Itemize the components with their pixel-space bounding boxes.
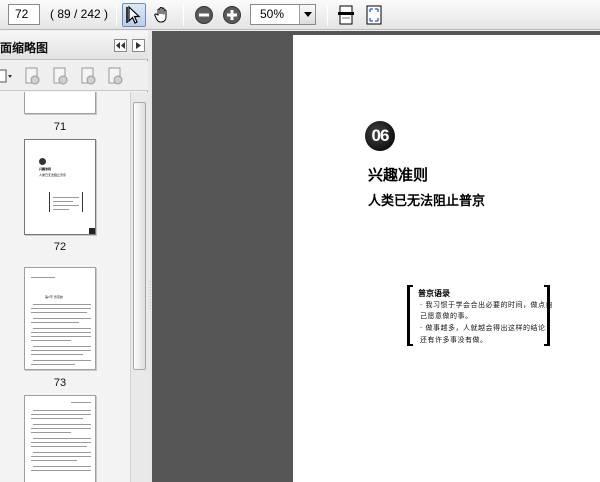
page-thumbnail[interactable]	[24, 395, 96, 482]
zoom-select[interactable]: 50%	[250, 4, 316, 25]
page-number-input[interactable]: 72	[8, 4, 40, 25]
zoom-out-icon	[195, 6, 213, 24]
fit-width-button[interactable]	[334, 3, 358, 27]
fit-page-button[interactable]	[362, 3, 386, 27]
zoom-in-button[interactable]	[220, 3, 244, 27]
zoom-out-button[interactable]	[192, 3, 216, 27]
quote-line: · 做事越多，人就越会得出这样的结论：	[420, 324, 553, 332]
quote-title: 普京语录	[418, 289, 450, 298]
hand-tool-button[interactable]	[150, 3, 174, 27]
thumbnail-label: 71	[53, 121, 67, 133]
chapter-title: 兴趣准则	[368, 166, 429, 184]
page-thumbnail[interactable]	[24, 92, 96, 114]
thumbnail-panel: 面缩略图 71 兴趣准则 人类已无法阻止普京 72 第1节 普京的 73	[0, 31, 148, 482]
chapter-number-badge: 06	[365, 121, 395, 151]
thumbnail-label: 73	[53, 377, 67, 389]
thumbnail-heading: 第1节 普京的	[45, 295, 63, 299]
quote-bracket-tick	[407, 344, 413, 346]
toolbar-separator	[183, 4, 184, 26]
fit-page-icon	[366, 5, 382, 25]
document-page	[293, 35, 600, 482]
select-arrow-icon	[126, 6, 141, 24]
replace-page-icon[interactable]	[80, 67, 97, 85]
extract-page-icon[interactable]	[52, 67, 69, 85]
thumbnail-list: 71 兴趣准则 人类已无法阻止普京 72 第1节 普京的 73	[0, 92, 130, 482]
hand-icon	[154, 7, 167, 23]
thumbnail-label: 72	[53, 241, 67, 253]
quote-line: · 我习惯于学会合出必要的时间，做点自	[420, 301, 553, 309]
page-thumbnail[interactable]: 第1节 普京的	[24, 267, 96, 370]
chevron-right-icon[interactable]	[132, 39, 145, 52]
thumbnail-corner-marker	[89, 228, 95, 234]
delete-page-icon[interactable]	[24, 67, 41, 85]
page-thumbnail-selected[interactable]: 兴趣准则 人类已无法阻止普京	[24, 139, 96, 235]
toolbar-separator	[116, 4, 117, 26]
toolbar-separator	[327, 4, 328, 26]
panel-title: 面缩略图	[0, 41, 49, 55]
quote-box: 普京语录 · 我习惯于学会合出必要的时间，做点自 己愿意做的事。 · 做事越多，…	[407, 285, 553, 346]
toolbar: 72 ( 89 / 242 ) 50%	[0, 0, 600, 30]
page-count: ( 89 / 242 )	[50, 7, 109, 21]
options-menu-icon[interactable]	[0, 67, 13, 85]
select-tool-button[interactable]	[122, 3, 146, 27]
fit-width-icon	[338, 5, 354, 25]
thumbnail-quote-box	[49, 192, 83, 212]
chapter-dot	[39, 158, 46, 165]
panel-tools	[0, 61, 148, 91]
quote-bracket-tick	[407, 285, 413, 287]
quote-bracket-left	[407, 285, 410, 346]
quote-line: 己愿意做的事。	[420, 312, 473, 320]
chapter-subtitle: 人类已无法阻止普京	[368, 194, 486, 209]
rotate-page-icon[interactable]	[107, 67, 124, 85]
thumbnail-scrollbar[interactable]	[130, 92, 148, 482]
chevron-down-icon[interactable]	[299, 5, 315, 24]
scrollbar-thumb[interactable]	[133, 102, 146, 370]
quote-bracket-tick	[544, 285, 550, 287]
thumbnail-heading: 兴趣准则	[39, 167, 52, 171]
quote-line: 还有许多事没有做。	[420, 336, 488, 344]
quote-bracket-right	[547, 285, 550, 346]
quote-bracket-tick	[544, 344, 550, 346]
zoom-in-icon	[223, 6, 241, 24]
zoom-value: 50%	[260, 7, 285, 21]
panel-header: 面缩略图	[0, 31, 148, 60]
collapse-left-icon[interactable]	[114, 39, 127, 52]
thumbnail-subheading: 人类已无法阻止普京	[39, 173, 67, 177]
